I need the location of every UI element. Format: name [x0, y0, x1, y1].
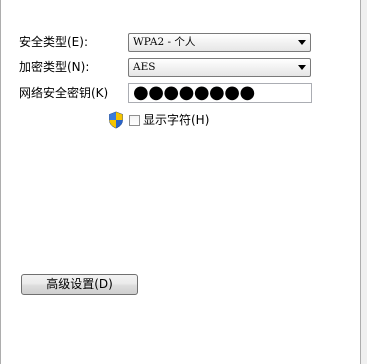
encryption-type-label: 加密类型(N): [19, 60, 90, 74]
chevron-down-icon [298, 65, 306, 70]
show-characters-label[interactable]: 显示字符(H) [143, 111, 209, 129]
uac-shield-icon [109, 111, 123, 129]
security-type-value: WPA2 - 个人 [133, 36, 196, 48]
encryption-type-select[interactable]: AES [128, 58, 311, 77]
network-key-value: ●●●●●●●● [133, 82, 255, 103]
chevron-down-icon [298, 40, 306, 45]
show-characters-checkbox[interactable] [129, 115, 140, 126]
network-key-input[interactable]: ●●●●●●●● [128, 83, 312, 103]
network-key-label: 网络安全密钥(K) [19, 86, 109, 100]
advanced-settings-button[interactable]: 高级设置(D) [21, 274, 138, 295]
dialog-edge [361, 0, 367, 364]
dialog-left-border [0, 0, 1, 364]
security-type-label: 安全类型(E): [19, 35, 88, 49]
encryption-type-value: AES [133, 61, 156, 73]
security-type-select[interactable]: WPA2 - 个人 [128, 33, 311, 52]
